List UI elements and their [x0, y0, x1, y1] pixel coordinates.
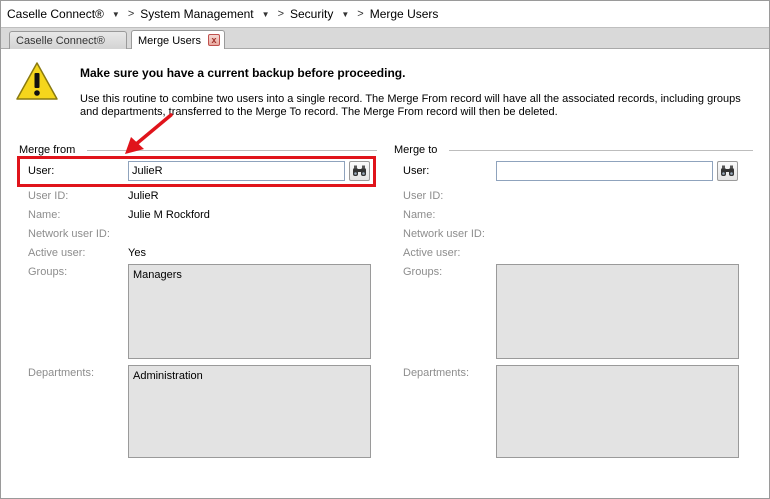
breadcrumb-label: Merge Users: [369, 7, 439, 21]
breadcrumb-item-system-management[interactable]: System Management ▼: [140, 7, 269, 21]
dropdown-caret-icon[interactable]: ▼: [341, 10, 349, 19]
tab-strip: Caselle Connect® Merge Users x: [1, 27, 769, 50]
breadcrumb-item-caselle[interactable]: Caselle Connect® ▼: [7, 7, 120, 21]
breadcrumb-label: System Management: [140, 7, 254, 21]
to-groups-label: Groups:: [403, 266, 443, 278]
to-active-user-label: Active user:: [403, 247, 461, 259]
merge-to-header: Merge to: [394, 144, 438, 156]
breadcrumb-label: Caselle Connect®: [7, 7, 104, 21]
breadcrumb: Caselle Connect® ▼ > System Management ▼…: [1, 1, 769, 27]
binoculars-icon: [721, 165, 734, 176]
to-user-lookup-button[interactable]: [717, 161, 738, 181]
from-user-id-value: JulieR: [128, 190, 159, 202]
merge-from-group: Merge from: [19, 143, 378, 157]
breadcrumb-separator-icon: >: [277, 8, 284, 20]
from-departments-list[interactable]: Administration: [128, 365, 371, 458]
tab-caselle-connect[interactable]: Caselle Connect®: [9, 31, 127, 50]
group-divider: [449, 149, 754, 151]
to-departments-list[interactable]: [496, 365, 739, 458]
breadcrumb-item-merge-users[interactable]: Merge Users: [370, 7, 439, 21]
breadcrumb-separator-icon: >: [357, 8, 364, 20]
breadcrumb-label: Security: [290, 7, 334, 21]
warning-icon: [16, 62, 58, 100]
app-window: Caselle Connect® ▼ > System Management ▼…: [0, 0, 770, 499]
merge-to-group: Merge to: [394, 143, 754, 157]
to-departments-label: Departments:: [403, 367, 470, 379]
from-groups-label: Groups:: [28, 266, 68, 278]
from-name-label: Name:: [28, 209, 61, 221]
tab-label: Merge Users: [138, 34, 201, 47]
from-user-id-label: User ID:: [28, 190, 69, 202]
dropdown-caret-icon[interactable]: ▼: [112, 10, 120, 19]
from-groups-list[interactable]: Managers: [128, 264, 371, 359]
tab-label: Caselle Connect®: [16, 35, 105, 47]
tab-merge-users[interactable]: Merge Users x: [131, 30, 225, 50]
from-active-user-label: Active user:: [28, 247, 86, 259]
merge-from-header: Merge from: [19, 144, 76, 156]
to-network-user-id-label: Network user ID:: [403, 228, 485, 240]
dropdown-caret-icon[interactable]: ▼: [262, 10, 270, 19]
from-active-user-value: Yes: [128, 247, 146, 259]
to-user-input[interactable]: [496, 161, 713, 181]
breadcrumb-separator-icon: >: [127, 8, 135, 20]
close-icon[interactable]: x: [208, 34, 220, 46]
list-item[interactable]: Managers: [133, 269, 366, 282]
to-name-label: Name:: [403, 209, 436, 221]
warning-description: Use this routine to combine two users in…: [80, 93, 741, 118]
from-departments-label: Departments:: [28, 367, 95, 379]
to-user-label: User:: [403, 165, 430, 177]
breadcrumb-item-security[interactable]: Security ▼: [290, 7, 349, 21]
merge-users-panel: Make sure you have a current backup befo…: [1, 49, 769, 498]
to-groups-list[interactable]: [496, 264, 739, 359]
from-network-user-id-label: Network user ID:: [28, 228, 110, 240]
from-name-value: Julie M Rockford: [128, 209, 210, 221]
list-item[interactable]: Administration: [133, 370, 366, 383]
to-user-id-label: User ID:: [403, 190, 444, 202]
highlight-box: [17, 156, 376, 187]
arrow-icon: [125, 113, 173, 154]
warning-title: Make sure you have a current backup befo…: [80, 66, 406, 80]
